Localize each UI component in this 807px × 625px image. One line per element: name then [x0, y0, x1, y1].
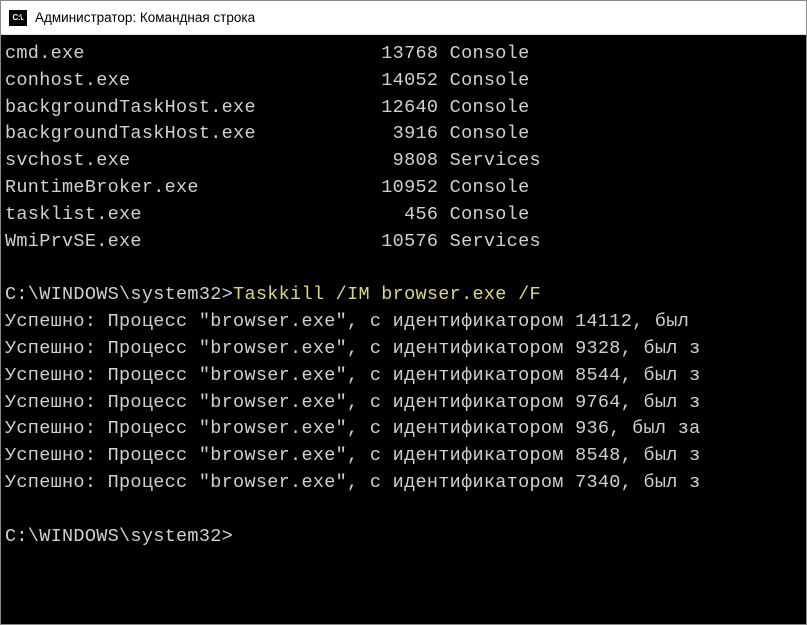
- kill-result-line: Успешно: Процесс "browser.exe", с иденти…: [5, 390, 802, 417]
- cmd-window: C:\. Администратор: Командная строка cmd…: [0, 0, 807, 625]
- command-text: Taskkill /IM browser.exe /F: [233, 284, 541, 305]
- terminal-output[interactable]: cmd.exe 13768 Consoleconhost.exe 14052 C…: [1, 35, 806, 624]
- blank-line: [5, 497, 802, 524]
- window-title: Администратор: Командная строка: [35, 10, 255, 25]
- cmd-icon: C:\.: [9, 10, 27, 26]
- kill-result-line: Успешно: Процесс "browser.exe", с иденти…: [5, 470, 802, 497]
- process-row: backgroundTaskHost.exe 3916 Console: [5, 121, 802, 148]
- command-line: C:\WINDOWS\system32>Taskkill /IM browser…: [5, 282, 802, 309]
- prompt-line: C:\WINDOWS\system32>: [5, 524, 802, 551]
- kill-result-line: Успешно: Процесс "browser.exe", с иденти…: [5, 443, 802, 470]
- prompt-path: C:\WINDOWS\system32>: [5, 284, 233, 305]
- process-row: WmiPrvSE.exe 10576 Services: [5, 229, 802, 256]
- blank-line: [5, 256, 802, 283]
- kill-result-line: Успешно: Процесс "browser.exe", с иденти…: [5, 336, 802, 363]
- process-row: RuntimeBroker.exe 10952 Console: [5, 175, 802, 202]
- kill-result-line: Успешно: Процесс "browser.exe", с иденти…: [5, 416, 802, 443]
- titlebar[interactable]: C:\. Администратор: Командная строка: [1, 1, 806, 35]
- kill-result-line: Успешно: Процесс "browser.exe", с иденти…: [5, 363, 802, 390]
- process-row: svchost.exe 9808 Services: [5, 148, 802, 175]
- process-row: tasklist.exe 456 Console: [5, 202, 802, 229]
- process-row: cmd.exe 13768 Console: [5, 41, 802, 68]
- process-row: backgroundTaskHost.exe 12640 Console: [5, 95, 802, 122]
- prompt-path: C:\WINDOWS\system32>: [5, 526, 233, 547]
- process-row: conhost.exe 14052 Console: [5, 68, 802, 95]
- kill-result-line: Успешно: Процесс "browser.exe", с иденти…: [5, 309, 802, 336]
